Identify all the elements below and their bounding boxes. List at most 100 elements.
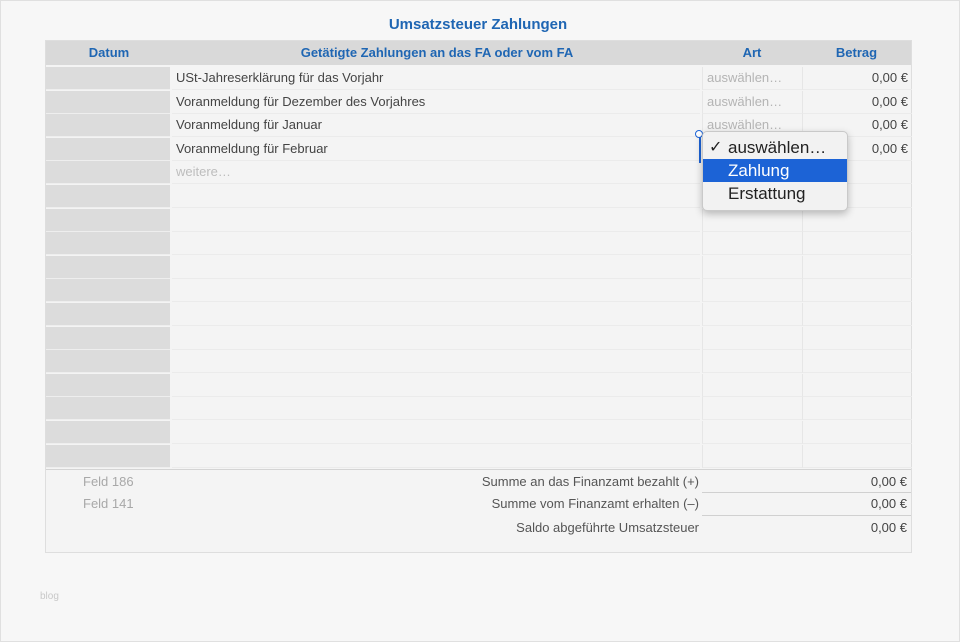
type-select-cell[interactable]: [702, 421, 803, 444]
type-select-cell[interactable]: [702, 279, 803, 303]
type-select-cell[interactable]: [702, 208, 803, 232]
description-cell[interactable]: Voranmeldung für Februar: [172, 138, 700, 161]
description-cell[interactable]: [172, 232, 700, 256]
date-cell[interactable]: [46, 397, 170, 421]
description-cell[interactable]: [172, 209, 700, 232]
description-cell[interactable]: [172, 421, 700, 444]
date-cell[interactable]: [46, 279, 170, 303]
date-cell[interactable]: [46, 114, 170, 138]
type-select-cell[interactable]: [702, 444, 803, 468]
type-select-cell[interactable]: [702, 232, 803, 256]
amount-cell[interactable]: [802, 373, 912, 397]
type-select-cell[interactable]: [702, 373, 803, 397]
date-cell[interactable]: [46, 421, 170, 444]
description-cell[interactable]: Voranmeldung für Januar: [172, 114, 700, 138]
amount-cell[interactable]: [802, 397, 912, 421]
footer-watermark: blog: [40, 591, 59, 602]
date-cell[interactable]: [46, 326, 170, 350]
table-row: [46, 255, 912, 279]
description-cell[interactable]: [172, 350, 700, 374]
summary-amount: 0,00 €: [870, 496, 907, 511]
table-row: [46, 350, 912, 374]
description-cell[interactable]: [172, 185, 700, 208]
description-cell[interactable]: Voranmeldung für Dezember des Vorjahres: [172, 91, 700, 114]
table-row: [46, 444, 912, 468]
type-select-cell[interactable]: [702, 303, 803, 326]
summary-separator: [702, 515, 911, 516]
dropdown-option-zahlung[interactable]: Zahlung: [703, 159, 847, 182]
date-cell[interactable]: [46, 161, 170, 185]
description-cell[interactable]: [172, 279, 700, 303]
payments-table: Datum Getätigte Zahlungen an das FA oder…: [45, 40, 912, 553]
date-cell[interactable]: [46, 303, 170, 326]
date-cell[interactable]: [46, 444, 170, 468]
type-select-cell[interactable]: [702, 397, 803, 421]
column-header-description: Getätigte Zahlungen an das FA oder vom F…: [300, 45, 574, 60]
dropdown-option-label: Zahlung: [728, 161, 790, 180]
summary-label: Summe vom Finanzamt erhalten (–): [491, 496, 699, 511]
date-cell[interactable]: [46, 373, 170, 397]
description-cell[interactable]: [172, 397, 700, 421]
description-cell[interactable]: [172, 303, 700, 326]
summary-row-paid: Feld 186 Summe an das Finanzamt bezahlt …: [46, 471, 911, 493]
amount-cell[interactable]: [802, 208, 912, 232]
table-row: USt-Jahreserklärung für das Vorjahr auswä…: [46, 67, 912, 90]
description-cell[interactable]: weitere…: [172, 161, 700, 185]
amount-cell[interactable]: [802, 303, 912, 326]
description-cell[interactable]: [172, 374, 700, 397]
date-cell[interactable]: [46, 232, 170, 256]
type-select-cell[interactable]: auswählen…: [702, 67, 803, 90]
date-cell[interactable]: [46, 185, 170, 208]
table-row: [46, 373, 912, 397]
amount-cell[interactable]: [802, 255, 912, 279]
checkmark-icon: ✓: [709, 139, 723, 156]
summary-label: Summe an das Finanzamt bezahlt (+): [481, 474, 699, 489]
column-header-type: Art: [742, 45, 762, 60]
type-select-cell[interactable]: [702, 326, 803, 350]
summary-amount: 0,00 €: [870, 474, 907, 489]
summary-field-code: Feld 186: [83, 474, 134, 489]
summary-row-received: Feld 141 Summe vom Finanzamt erhalten (–…: [46, 493, 911, 515]
page-title: Umsatzsteuer Zahlungen: [388, 16, 568, 33]
popup-anchor-line: [699, 137, 701, 163]
date-cell[interactable]: [46, 350, 170, 374]
table-row: Voranmeldung für Dezember des Vorjahres a…: [46, 90, 912, 114]
amount-cell[interactable]: [802, 350, 912, 374]
summary-field-code: Feld 141: [83, 496, 134, 511]
dropdown-option-label: Erstattung: [728, 184, 806, 203]
amount-cell[interactable]: [802, 232, 912, 256]
amount-cell[interactable]: [802, 279, 912, 303]
table-row: [46, 208, 912, 232]
date-cell[interactable]: [46, 67, 170, 90]
amount-cell[interactable]: [802, 421, 912, 444]
amount-cell[interactable]: 0,00 €: [802, 90, 912, 114]
amount-cell[interactable]: [802, 326, 912, 350]
type-select-cell[interactable]: [702, 350, 803, 374]
table-row: [46, 421, 912, 444]
type-select-cell[interactable]: [702, 255, 803, 279]
table-row: [46, 326, 912, 350]
summary-divider: [46, 469, 911, 470]
table-row: [46, 279, 912, 303]
description-cell[interactable]: [172, 445, 700, 468]
description-cell[interactable]: [172, 256, 700, 279]
table-row: [46, 397, 912, 421]
dropdown-option-label: auswählen…: [728, 138, 827, 157]
description-cell[interactable]: [172, 327, 700, 350]
column-header-amount: Betrag: [835, 45, 878, 60]
date-cell[interactable]: [46, 255, 170, 279]
date-cell[interactable]: [46, 90, 170, 114]
table-row: [46, 232, 912, 256]
type-select-cell[interactable]: auswählen…: [702, 90, 803, 114]
summary-label: Saldo abgeführte Umsatzsteuer: [516, 520, 699, 535]
type-select-popup[interactable]: ✓ auswählen… Zahlung Erstattung: [702, 131, 848, 211]
summary-row-balance: Saldo abgeführte Umsatzsteuer 0,00 €: [46, 517, 911, 539]
date-cell[interactable]: [46, 208, 170, 232]
date-cell[interactable]: [46, 137, 170, 161]
amount-cell[interactable]: [802, 444, 912, 468]
dropdown-option-erstattung[interactable]: Erstattung: [703, 182, 847, 205]
amount-cell[interactable]: 0,00 €: [802, 67, 912, 90]
description-cell[interactable]: USt-Jahreserklärung für das Vorjahr: [172, 67, 700, 90]
dropdown-option-auswaehlen[interactable]: ✓ auswählen…: [703, 136, 847, 159]
table-header: Datum Getätigte Zahlungen an das FA oder…: [46, 41, 911, 65]
